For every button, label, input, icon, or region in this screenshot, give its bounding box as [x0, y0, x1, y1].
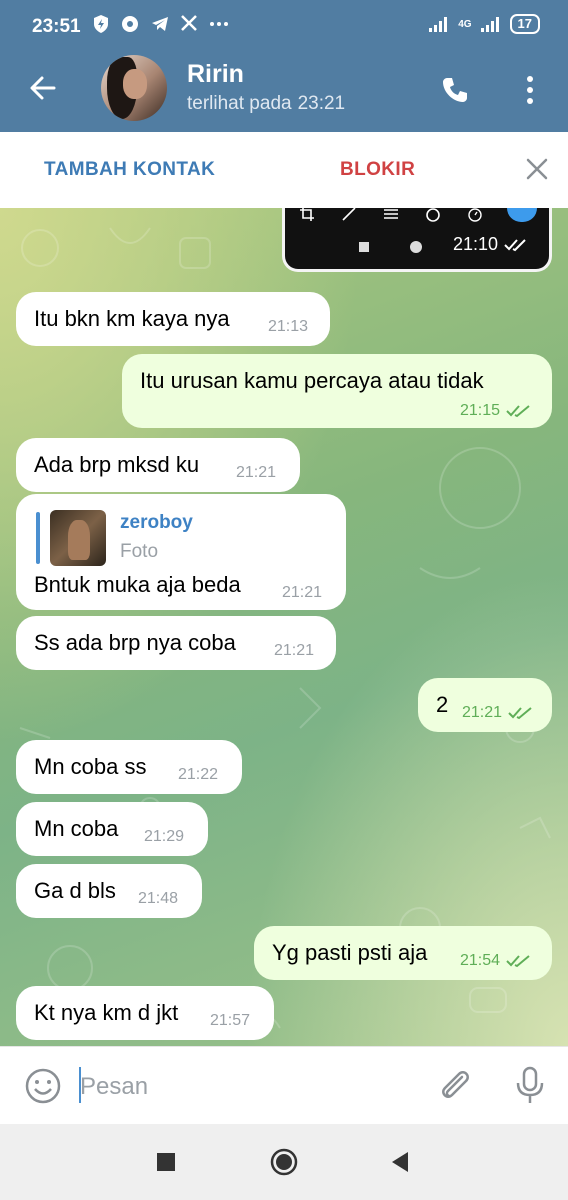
reply-photo-thumbnail: [50, 510, 106, 566]
incoming-message[interactable]: Kt nya km d jkt 21:57: [16, 986, 274, 1040]
network-type: 4G: [458, 18, 472, 30]
message-time: 21:54: [460, 952, 533, 970]
incoming-message[interactable]: Ga d bls 21:48: [16, 864, 202, 918]
message-time: 21:48: [138, 890, 179, 907]
message-time: 21:21: [274, 642, 315, 659]
incoming-message[interactable]: Mn coba ss 21:22: [16, 740, 242, 794]
x-icon: [181, 15, 197, 31]
app-icon: [122, 16, 138, 32]
status-time: 23:51: [32, 16, 81, 37]
timer-icon: [468, 208, 482, 222]
message-time: 21:15: [460, 402, 533, 420]
media-message-bubble[interactable]: 21:10: [282, 208, 552, 272]
message-text: Ga d bls: [34, 878, 116, 903]
more-notifications-icon: [210, 22, 228, 26]
message-text: Kt nya km d jkt: [34, 1000, 179, 1025]
close-icon[interactable]: [524, 156, 550, 182]
crop-icon: [300, 208, 314, 221]
nav-circle-icon: [410, 241, 422, 253]
shield-icon: [94, 15, 108, 33]
incoming-message[interactable]: Mn coba 21:29: [16, 802, 208, 856]
block-button[interactable]: BLOKIR: [340, 159, 415, 181]
status-bar: 23:51 4G 17: [0, 0, 568, 55]
incoming-message[interactable]: Ss ada brp nya coba 21:21: [16, 616, 336, 670]
send-arrow-icon: [507, 208, 537, 222]
message-text: Bntuk muka aja beda: [34, 572, 241, 597]
message-text: 2: [436, 692, 449, 717]
message-time: 21:57: [210, 1012, 251, 1029]
double-check-icon: [504, 239, 526, 252]
home-button[interactable]: [270, 1148, 298, 1176]
chat-area[interactable]: 21:10 Itu bkn km kaya nya 21:13 Itu urus…: [0, 208, 568, 1046]
double-check-icon: [505, 954, 530, 967]
message-text: Ada brp mksd ku: [34, 452, 200, 477]
message-composer: [0, 1046, 568, 1125]
mic-icon[interactable]: [514, 1065, 546, 1105]
chat-header: Ririn terlihat pada 23:21: [0, 55, 568, 132]
notification-icons: [92, 14, 230, 34]
incoming-message[interactable]: Ada brp mksd ku 21:21: [16, 438, 300, 492]
message-text: Mn coba ss: [34, 754, 147, 779]
system-navigation-bar: [0, 1124, 568, 1200]
adjust-icon: [384, 209, 398, 219]
message-text: Ss ada brp nya coba: [34, 630, 236, 655]
message-text: Mn coba: [34, 816, 119, 841]
attach-icon[interactable]: [436, 1067, 472, 1105]
reply-author: zeroboy: [120, 512, 193, 533]
signal-icon: [429, 17, 448, 32]
incoming-reply-message[interactable]: zeroboy Foto Bntuk muka aja beda 21:21: [16, 494, 346, 610]
reply-quote-bar: [36, 512, 40, 564]
reply-photo-figure: [68, 520, 90, 560]
signal-icon-2: [480, 17, 499, 32]
double-check-icon: [505, 404, 530, 417]
message-time: 21:21: [282, 584, 323, 601]
emoji-icon[interactable]: [24, 1067, 62, 1105]
recent-apps-button[interactable]: [157, 1153, 175, 1171]
message-time: 21:21: [236, 464, 277, 481]
double-check-icon: [507, 706, 532, 719]
back-button[interactable]: [389, 1150, 411, 1174]
avatar[interactable]: [101, 55, 167, 121]
more-vertical-icon[interactable]: [520, 73, 540, 107]
last-seen-time: 23:21: [297, 93, 346, 114]
contact-action-bar: TAMBAH KONTAK BLOKIR: [0, 132, 568, 209]
message-time: 21:29: [144, 828, 185, 845]
message-time: 21:21: [462, 704, 535, 722]
message-text: Itu urusan kamu percaya atau tidak: [140, 368, 484, 393]
message-text: Yg pasti psti aja: [272, 940, 428, 965]
contact-name[interactable]: Ririn: [187, 60, 244, 89]
message-time: 21:10: [453, 234, 529, 255]
media-toolbar: [299, 208, 483, 222]
battery-icon: 17: [509, 14, 540, 34]
system-icons: 4G 17: [428, 14, 540, 34]
outgoing-message[interactable]: Itu urusan kamu percaya atau tidak 21:15: [122, 354, 552, 428]
phone-icon[interactable]: [440, 75, 470, 105]
message-input[interactable]: [78, 1065, 412, 1109]
last-seen: terlihat pada 23:21: [187, 93, 345, 115]
last-seen-label: terlihat pada: [187, 93, 292, 114]
message-text: Itu bkn km kaya nya: [34, 306, 230, 331]
reply-type: Foto: [120, 541, 159, 562]
nav-square-icon: [359, 242, 369, 252]
add-contact-button[interactable]: TAMBAH KONTAK: [44, 159, 215, 181]
brush-icon: [342, 208, 356, 221]
avatar-face: [123, 69, 147, 99]
outgoing-message[interactable]: Yg pasti psti aja 21:54: [254, 926, 552, 980]
incoming-message[interactable]: Itu bkn km kaya nya 21:13: [16, 292, 330, 346]
outgoing-message[interactable]: 2 21:21: [418, 678, 552, 732]
message-time: 21:22: [178, 766, 219, 783]
hd-icon: [426, 208, 440, 222]
message-time: 21:13: [268, 318, 309, 335]
telegram-icon: [152, 17, 168, 31]
back-arrow-icon[interactable]: [28, 73, 58, 103]
